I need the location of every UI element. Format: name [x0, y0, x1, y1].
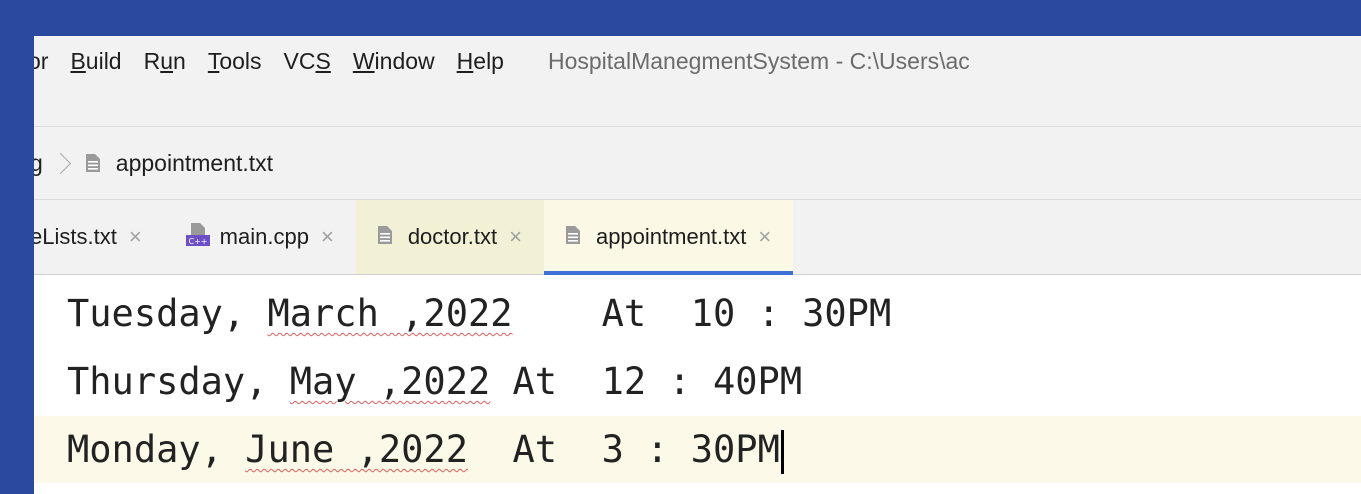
- spell-error: June ,2022: [245, 428, 468, 471]
- close-icon[interactable]: ×: [129, 224, 142, 250]
- tab-appointment-txt[interactable]: appointment.txt ×: [543, 200, 794, 275]
- close-icon[interactable]: ×: [321, 224, 334, 250]
- editor-line-current[interactable]: Monday, June ,2022 At 3 : 30PM: [34, 416, 1361, 483]
- menu-window[interactable]: Window: [353, 48, 435, 75]
- window-title: HospitalManegmentSystem - C:\Users\ac: [547, 47, 970, 74]
- tab-label: main.cpp: [219, 224, 309, 249]
- svg-text:C++: C++: [188, 237, 207, 246]
- chevron-right-icon: [49, 152, 71, 174]
- tab-label: doctor.txt: [407, 224, 498, 249]
- tab-doctor-txt[interactable]: doctor.txt ×: [355, 200, 544, 274]
- menu-vcs[interactable]: VCS: [284, 48, 331, 75]
- editor-line[interactable]: Tuesday, March ,2022 At 10 : 30PM: [34, 280, 1361, 347]
- breadcrumb-folder[interactable]: g: [34, 150, 43, 177]
- menu-tools[interactable]: Tools: [208, 48, 262, 75]
- ide-window: or Build Run Tools VCS Window Help Hospi…: [34, 36, 1361, 494]
- text-file-icon: [565, 224, 580, 250]
- menu-run[interactable]: Run: [144, 48, 186, 75]
- text-file-icon: [377, 224, 392, 250]
- tab-cmakelists[interactable]: eLists.txt ×: [34, 200, 164, 274]
- spell-error: May ,2022: [289, 360, 491, 403]
- cpp-file-icon: C++: [185, 222, 210, 252]
- text-caret: [780, 429, 784, 474]
- close-icon[interactable]: ×: [758, 224, 771, 250]
- code-editor[interactable]: Tuesday, March ,2022 At 10 : 30PM Thursd…: [34, 275, 1361, 494]
- menu-editor[interactable]: or: [34, 48, 48, 75]
- editor-line[interactable]: Thursday, May ,2022 At 12 : 40PM: [34, 348, 1361, 415]
- spell-error: March ,2022: [267, 292, 513, 335]
- breadcrumb: g appointment.txt: [34, 126, 1361, 200]
- tab-label: eLists.txt: [34, 224, 117, 249]
- tab-label: appointment.txt: [595, 224, 747, 249]
- breadcrumb-file[interactable]: appointment.txt: [116, 150, 273, 177]
- editor-tabs: eLists.txt × C++ main.cpp × doctor.txt ×…: [34, 200, 1361, 275]
- close-icon[interactable]: ×: [509, 224, 522, 250]
- menu-help[interactable]: Help: [457, 48, 504, 75]
- tab-main-cpp[interactable]: C++ main.cpp ×: [164, 200, 356, 274]
- menu-bar: or Build Run Tools VCS Window Help Hospi…: [34, 36, 1361, 86]
- menu-build[interactable]: Build: [70, 48, 121, 75]
- text-file-icon: [85, 154, 100, 172]
